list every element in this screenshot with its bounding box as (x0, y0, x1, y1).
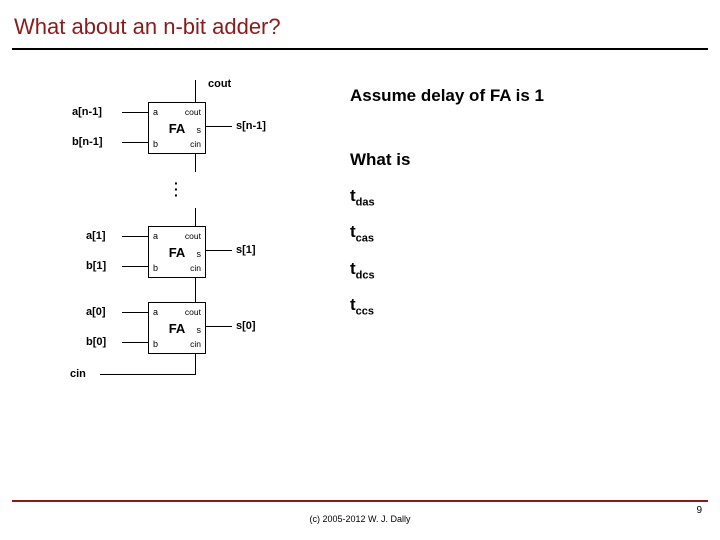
content-area: cout a b cout s cin FA a[n-1] b[n-1] s[n… (0, 50, 720, 440)
copyright: (c) 2005-2012 W. J. Dally (0, 514, 720, 524)
term-tdas: tdas (350, 186, 708, 208)
term-sub: das (356, 196, 375, 208)
port-b: b (153, 263, 158, 273)
fa-box-mid: a b cout s cin FA (148, 226, 206, 278)
diagram-column: cout a b cout s cin FA a[n-1] b[n-1] s[n… (40, 80, 300, 440)
signal-cout: cout (208, 78, 231, 90)
term-tccs: tccs (350, 295, 708, 317)
ellipsis-icon: ··· (174, 180, 180, 198)
wire (206, 126, 232, 127)
term-tcas: tcas (350, 222, 708, 244)
term-sub: ccs (356, 306, 374, 318)
signal-b-n1: b[n-1] (72, 136, 103, 148)
port-b: b (153, 339, 158, 349)
wire (195, 154, 196, 172)
wire (195, 278, 196, 302)
signal-cin: cin (70, 368, 86, 380)
port-cin: cin (190, 139, 201, 149)
wire (206, 326, 232, 327)
port-a: a (153, 307, 158, 317)
wire (122, 142, 148, 143)
adder-diagram: cout a b cout s cin FA a[n-1] b[n-1] s[n… (40, 80, 300, 440)
wire (122, 266, 148, 267)
wire (206, 250, 232, 251)
signal-a-0: a[0] (86, 306, 106, 318)
signal-b-1: b[1] (86, 260, 106, 272)
wire (195, 208, 196, 226)
signal-a-n1: a[n-1] (72, 106, 102, 118)
port-b: b (153, 139, 158, 149)
port-a: a (153, 231, 158, 241)
port-cout: cout (185, 307, 201, 317)
term-sub: cas (356, 233, 374, 245)
fa-label: FA (149, 321, 205, 336)
page-number: 9 (696, 505, 702, 516)
port-a: a (153, 107, 158, 117)
signal-s-1: s[1] (236, 244, 256, 256)
term-sub: dcs (356, 269, 375, 281)
text-column: Assume delay of FA is 1 What is tdas tca… (300, 80, 708, 440)
port-cout: cout (185, 231, 201, 241)
assume-line: Assume delay of FA is 1 (350, 86, 708, 106)
fa-box-bot: a b cout s cin FA (148, 302, 206, 354)
wire (122, 342, 148, 343)
port-cin: cin (190, 339, 201, 349)
fa-label: FA (149, 245, 205, 260)
term-tdcs: tdcs (350, 259, 708, 281)
port-cout: cout (185, 107, 201, 117)
signal-a-1: a[1] (86, 230, 106, 242)
wire (122, 236, 148, 237)
wire (195, 80, 196, 102)
fa-label: FA (149, 121, 205, 136)
signal-s-n1: s[n-1] (236, 120, 266, 132)
wire (122, 312, 148, 313)
signal-b-0: b[0] (86, 336, 106, 348)
port-cin: cin (190, 263, 201, 273)
wire (122, 112, 148, 113)
slide-title: What about an n-bit adder? (0, 0, 720, 48)
wire (100, 374, 196, 375)
footer-rule (12, 500, 708, 502)
signal-s-0: s[0] (236, 320, 256, 332)
fa-box-top: a b cout s cin FA (148, 102, 206, 154)
wire (195, 354, 196, 374)
whatis-line: What is (350, 150, 708, 170)
